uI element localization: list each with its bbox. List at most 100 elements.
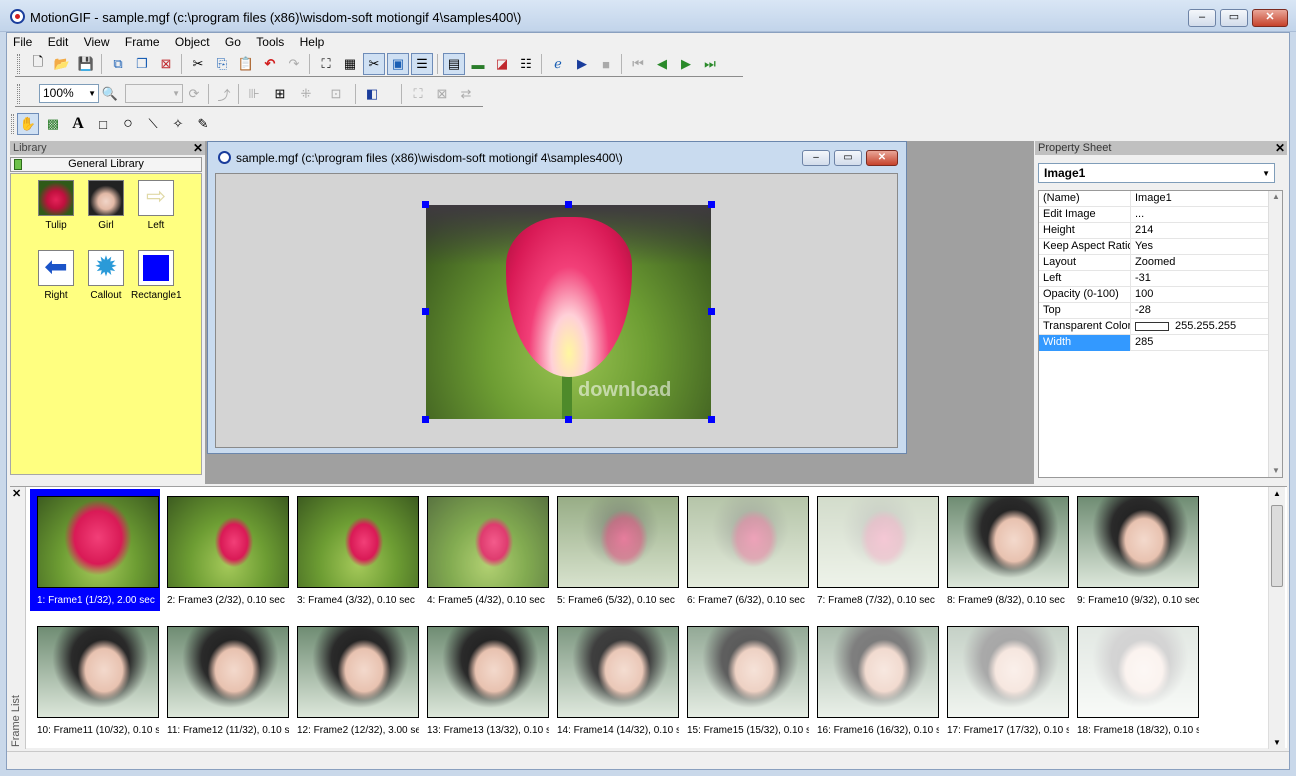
frame-item[interactable]: 16: Frame16 (16/32), 0.10 sec — [810, 619, 940, 741]
library-item-right[interactable]: ⬅ Right — [31, 250, 81, 310]
property-value[interactable]: 285 — [1133, 335, 1268, 351]
property-row[interactable]: Height 214 — [1039, 223, 1268, 239]
frame-item[interactable]: 13: Frame13 (13/32), 0.10 sec — [420, 619, 550, 741]
frame-item[interactable]: 15: Frame15 (15/32), 0.10 sec — [680, 619, 810, 741]
scroll-down-icon[interactable]: ▼ — [1272, 466, 1280, 475]
property-value[interactable]: ... — [1133, 207, 1268, 223]
open-icon[interactable]: 📂 — [51, 53, 73, 75]
minimize-button[interactable]: – — [1188, 9, 1216, 27]
property-value[interactable]: 100 — [1133, 287, 1268, 303]
maximize-button[interactable]: ▭ — [1220, 9, 1248, 27]
scroll-up-icon[interactable]: ▲ — [1272, 192, 1280, 201]
image1-object[interactable]: download — [426, 205, 711, 419]
frame-item[interactable]: 18: Frame18 (18/32), 0.10 sec — [1070, 619, 1200, 741]
property-grid-scrollbar[interactable]: ▲ ▼ — [1268, 191, 1282, 477]
scroll-thumb[interactable] — [1271, 505, 1283, 587]
distribute-icon[interactable]: ⁜ — [295, 83, 317, 105]
frame-item[interactable]: 12: Frame2 (12/32), 3.00 sec — [290, 619, 420, 741]
library-close-icon[interactable]: ✕ — [193, 141, 203, 155]
frame-item[interactable]: 11: Frame12 (11/32), 0.10 sec — [160, 619, 290, 741]
insert-frame-icon[interactable]: ⧉ — [107, 53, 129, 75]
cut-icon[interactable]: ✂ — [187, 53, 209, 75]
last-frame-icon[interactable]: ⏭ — [699, 53, 721, 75]
line-tool-icon[interactable]: ⟍ — [142, 113, 164, 135]
library-tab[interactable]: General Library — [10, 157, 202, 172]
frame-item[interactable]: 4: Frame5 (4/32), 0.10 sec — [420, 489, 550, 611]
toolbar-grip[interactable] — [17, 54, 20, 74]
frame-item[interactable]: 10: Frame11 (10/32), 0.10 sec — [30, 619, 160, 741]
duplicate-frame-icon[interactable]: ❐ — [131, 53, 153, 75]
frame-item[interactable]: 6: Frame7 (6/32), 0.10 sec — [680, 489, 810, 611]
zoom-select[interactable]: 100% ▼ — [39, 84, 99, 103]
size-icon[interactable]: ⊡ — [325, 83, 347, 105]
library-item-girl[interactable]: Girl — [81, 180, 131, 240]
flip-icon[interactable]: ⇄ — [455, 83, 477, 105]
delete-frame-icon[interactable]: ⊠ — [155, 53, 177, 75]
ungroup-icon[interactable]: ⊠ — [431, 83, 453, 105]
undo-icon[interactable]: ↶ — [259, 53, 281, 75]
frame-list-close-icon[interactable]: ✕ — [12, 487, 21, 500]
resize-handle-nw[interactable] — [422, 201, 429, 208]
rotate-icon[interactable]: ⟳ — [183, 83, 205, 105]
rectangle-tool-icon[interactable]: □ — [92, 113, 114, 135]
close-button[interactable]: ✕ — [1252, 9, 1288, 27]
copy-icon[interactable]: ⎘ — [211, 53, 233, 75]
library-item-rectangle1[interactable]: Rectangle1 — [131, 250, 182, 310]
frame-item[interactable]: 5: Frame6 (5/32), 0.10 sec — [550, 489, 680, 611]
frame-canvas[interactable]: download — [215, 173, 898, 448]
stop-icon[interactable]: ■ — [595, 53, 617, 75]
resize-handle-n[interactable] — [565, 201, 572, 208]
property-row-selected[interactable]: Width 285 — [1039, 335, 1268, 351]
frame-item[interactable]: 1: Frame1 (1/32), 2.00 sec — [30, 489, 160, 611]
play-icon[interactable]: ▶ — [571, 53, 593, 75]
callout-tool-icon[interactable]: ✧ — [167, 113, 189, 135]
property-row[interactable]: Left -31 — [1039, 271, 1268, 287]
new-icon[interactable]: 🗋 — [27, 53, 49, 75]
path-icon[interactable]: ⤴ — [213, 83, 235, 105]
resize-handle-sw[interactable] — [422, 416, 429, 423]
next-frame-icon[interactable]: ▶ — [675, 53, 697, 75]
save-icon[interactable]: 💾 — [75, 53, 97, 75]
list-view-icon[interactable]: ☰ — [411, 53, 433, 75]
thumbnails-icon[interactable]: ▣ — [387, 53, 409, 75]
redo-icon[interactable]: ↷ — [283, 53, 305, 75]
toolbar-grip[interactable] — [17, 84, 20, 104]
menu-frame[interactable]: Frame — [119, 33, 166, 49]
property-row[interactable]: Transparent Color 255.255.255 — [1039, 319, 1268, 335]
frame-item[interactable]: 14: Frame14 (14/32), 0.10 sec — [550, 619, 680, 741]
menu-object[interactable]: Object — [169, 33, 216, 49]
group-icon[interactable]: ⛶ — [407, 83, 429, 105]
resize-handle-se[interactable] — [708, 416, 715, 423]
property-row[interactable]: (Name) Image1 — [1039, 191, 1268, 207]
menu-help[interactable]: Help — [294, 33, 331, 49]
object-size-select[interactable]: ▼ — [125, 84, 183, 103]
center-icon[interactable]: ⊞ — [269, 83, 291, 105]
library-item-left[interactable]: ⇨ Left — [131, 180, 181, 240]
order-icon[interactable]: ◧ — [361, 83, 383, 105]
property-value[interactable]: -28 — [1133, 303, 1268, 319]
property-value[interactable]: Yes — [1133, 239, 1268, 255]
property-row[interactable]: Keep Aspect Ratio Yes — [1039, 239, 1268, 255]
frame-list-scrollbar[interactable]: ▲ ▼ — [1268, 487, 1285, 749]
menu-edit[interactable]: Edit — [42, 33, 75, 49]
document-minimize-button[interactable]: – — [802, 150, 830, 166]
library-item-callout[interactable]: ✹ Callout — [81, 250, 131, 310]
frame-item[interactable]: 3: Frame4 (3/32), 0.10 sec — [290, 489, 420, 611]
tools-icon[interactable]: ✂ — [363, 53, 385, 75]
property-value[interactable]: -31 — [1133, 271, 1268, 287]
library-item-tulip[interactable]: Tulip — [31, 180, 81, 240]
menu-go[interactable]: Go — [219, 33, 247, 49]
object-list-icon[interactable]: ☷ — [515, 53, 537, 75]
frame-item[interactable]: 8: Frame9 (8/32), 0.10 sec — [940, 489, 1070, 611]
grid-icon[interactable]: ▦ — [339, 53, 361, 75]
document-close-button[interactable]: ✕ — [866, 150, 898, 166]
property-value-color[interactable]: 255.255.255 — [1133, 319, 1268, 335]
layers-icon[interactable]: ◪ — [491, 53, 513, 75]
browser-preview-icon[interactable]: ℯ — [547, 53, 569, 75]
menu-file[interactable]: File — [7, 33, 38, 49]
property-value[interactable]: 214 — [1133, 223, 1268, 239]
resize-handle-w[interactable] — [422, 308, 429, 315]
image-tool-icon[interactable]: ▩ — [42, 113, 64, 135]
frame-item[interactable]: 17: Frame17 (17/32), 0.10 sec — [940, 619, 1070, 741]
scroll-down-icon[interactable]: ▼ — [1273, 738, 1281, 747]
